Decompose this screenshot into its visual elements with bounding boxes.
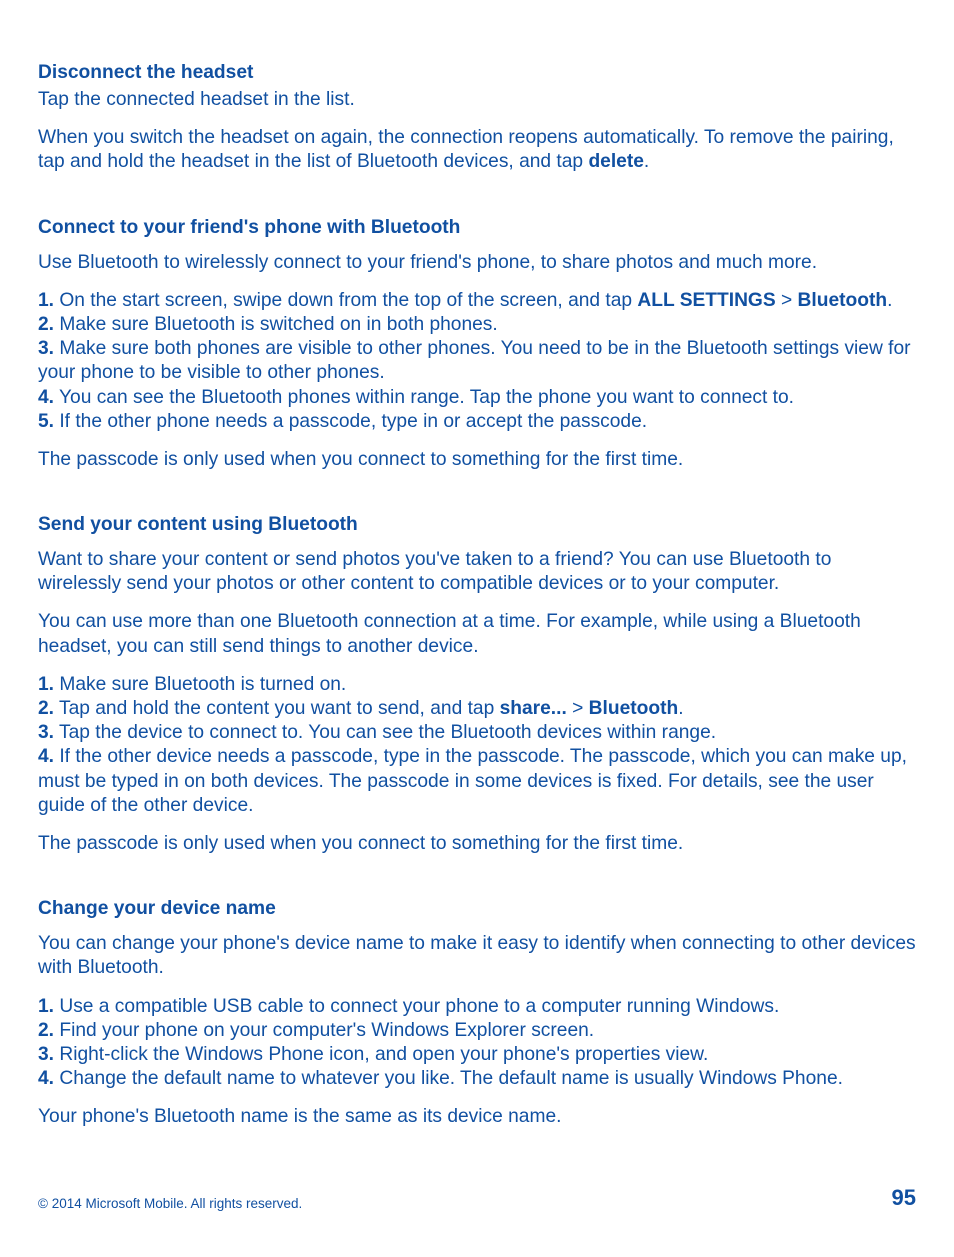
bold-text-share: share... (500, 698, 567, 719)
text: Change the default name to whatever you … (54, 1068, 843, 1089)
list-item: 4. If the other device needs a passcode,… (38, 745, 916, 818)
list-item: 2. Find your phone on your computer's Wi… (38, 1019, 916, 1043)
text: . (887, 290, 892, 311)
step-number: 3. (38, 1044, 54, 1065)
list-item: 3. Right-click the Windows Phone icon, a… (38, 1043, 916, 1067)
step-number: 4. (38, 387, 54, 408)
step-number: 2. (38, 314, 54, 335)
paragraph: Use Bluetooth to wirelessly connect to y… (38, 251, 916, 275)
text: . (678, 698, 683, 719)
document-page: Disconnect the headset Tap the connected… (0, 0, 954, 1257)
step-number: 4. (38, 1068, 54, 1089)
text: > (567, 698, 589, 719)
list-item: 3. Make sure both phones are visible to … (38, 337, 916, 385)
step-number: 4. (38, 746, 54, 767)
heading-send-content-bluetooth: Send your content using Bluetooth (38, 514, 916, 536)
step-number: 5. (38, 411, 54, 432)
list-item: 4. Change the default name to whatever y… (38, 1067, 916, 1091)
paragraph: You can use more than one Bluetooth conn… (38, 610, 916, 658)
ordered-list: 1. Make sure Bluetooth is turned on. 2. … (38, 673, 916, 818)
list-item: 5. If the other phone needs a passcode, … (38, 410, 916, 434)
ordered-list: 1. Use a compatible USB cable to connect… (38, 995, 916, 1092)
list-item: 1. Make sure Bluetooth is turned on. (38, 673, 916, 697)
text: Tap and hold the content you want to sen… (54, 698, 500, 719)
paragraph: Your phone's Bluetooth name is the same … (38, 1105, 916, 1129)
step-number: 1. (38, 996, 54, 1017)
text: Make sure both phones are visible to oth… (38, 338, 911, 383)
paragraph: Want to share your content or send photo… (38, 548, 916, 596)
list-item: 2. Make sure Bluetooth is switched on in… (38, 313, 916, 337)
page-footer: © 2014 Microsoft Mobile. All rights rese… (38, 1185, 916, 1211)
step-number: 3. (38, 338, 54, 359)
paragraph: When you switch the headset on again, th… (38, 126, 916, 174)
text: Right-click the Windows Phone icon, and … (54, 1044, 708, 1065)
text: If the other phone needs a passcode, typ… (54, 411, 647, 432)
text: Make sure Bluetooth is switched on in bo… (54, 314, 498, 335)
step-number: 2. (38, 1020, 54, 1041)
text: You can see the Bluetooth phones within … (54, 387, 794, 408)
step-number: 1. (38, 674, 54, 695)
heading-connect-friends-phone: Connect to your friend's phone with Blue… (38, 217, 916, 239)
text: Find your phone on your computer's Windo… (54, 1020, 594, 1041)
list-item: 1. On the start screen, swipe down from … (38, 289, 916, 313)
text: Make sure Bluetooth is turned on. (54, 674, 346, 695)
list-item: 2. Tap and hold the content you want to … (38, 697, 916, 721)
ordered-list: 1. On the start screen, swipe down from … (38, 289, 916, 434)
heading-disconnect-headset: Disconnect the headset (38, 62, 916, 84)
list-item: 4. You can see the Bluetooth phones with… (38, 386, 916, 410)
bold-text-bluetooth: Bluetooth (589, 698, 679, 719)
text: If the other device needs a passcode, ty… (38, 746, 907, 815)
list-item: 1. Use a compatible USB cable to connect… (38, 995, 916, 1019)
bold-text-all-settings: ALL SETTINGS (637, 290, 775, 311)
text: > (776, 290, 798, 311)
page-number: 95 (892, 1185, 916, 1211)
bold-text-bluetooth: Bluetooth (798, 290, 888, 311)
text: When you switch the headset on again, th… (38, 127, 894, 172)
text: Use a compatible USB cable to connect yo… (54, 996, 779, 1017)
text: Tap the device to connect to. You can se… (54, 722, 716, 743)
step-number: 1. (38, 290, 54, 311)
text: On the start screen, swipe down from the… (54, 290, 637, 311)
paragraph: Tap the connected headset in the list. (38, 88, 916, 112)
text: . (644, 151, 649, 172)
paragraph: The passcode is only used when you conne… (38, 448, 916, 472)
list-item: 3. Tap the device to connect to. You can… (38, 721, 916, 745)
paragraph: The passcode is only used when you conne… (38, 832, 916, 856)
heading-change-device-name: Change your device name (38, 898, 916, 920)
step-number: 2. (38, 698, 54, 719)
copyright-text: © 2014 Microsoft Mobile. All rights rese… (38, 1196, 302, 1211)
paragraph: You can change your phone's device name … (38, 932, 916, 980)
step-number: 3. (38, 722, 54, 743)
bold-text-delete: delete (588, 151, 643, 172)
